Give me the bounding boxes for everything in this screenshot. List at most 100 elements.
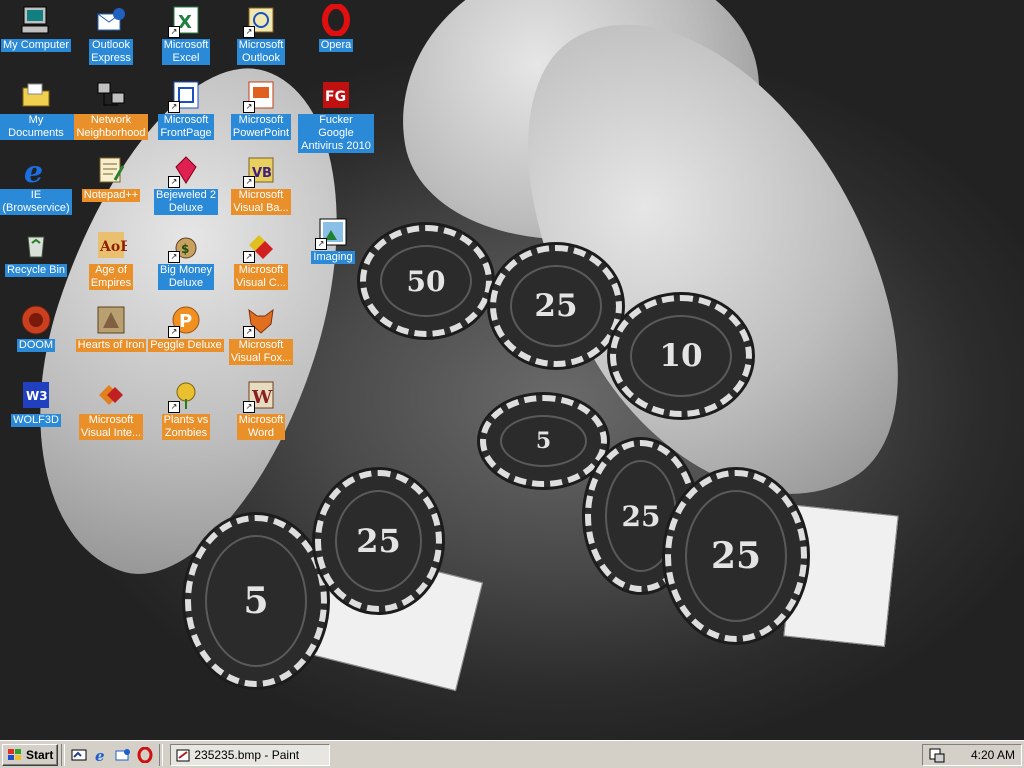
svg-text:FG: FG	[325, 89, 346, 105]
visual-foxpro-icon: ↗	[243, 304, 277, 338]
shortcut-arrow-icon: ↗	[315, 238, 327, 250]
desktop-icon-label: Opera	[318, 39, 354, 52]
desktop-icon-visual-basic[interactable]: VB ↗ Microsoft Visual Ba...	[223, 154, 299, 215]
desktop-icon-recycle-bin[interactable]: Recycle Bin	[0, 229, 74, 277]
wallpaper-poker-chip: 50	[360, 225, 492, 337]
svg-text:P: P	[179, 311, 192, 332]
opera-icon[interactable]	[134, 744, 156, 766]
opera-icon	[320, 4, 352, 36]
outlook-express-icon[interactable]	[112, 744, 134, 766]
desktop-icon-my-documents[interactable]: My Documents	[0, 79, 74, 140]
desktop-icon-pvz[interactable]: ↗ Plants vs Zombies	[148, 379, 224, 440]
frontpage-icon: ↗	[168, 79, 202, 113]
wallpaper-poker-chip: 25	[490, 245, 622, 367]
peggle-icon: P ↗	[168, 304, 202, 338]
desktop-icon-label: Plants vs Zombies	[161, 414, 211, 440]
desktop-icon-my-computer[interactable]: My Computer	[0, 4, 74, 52]
desktop-icon-label: Imaging	[311, 251, 355, 264]
system-tray: 4:20 AM	[922, 743, 1022, 766]
desktop-icon-outlook-express[interactable]: Outlook Express	[73, 4, 149, 65]
desktop-icon-label: My Documents	[0, 114, 74, 140]
desktop-icon-label: My Computer	[0, 39, 72, 52]
desktop-icon-label: Microsoft Visual Fox...	[228, 339, 294, 365]
shortcut-arrow-icon: ↗	[168, 176, 180, 188]
desktop-icon-opera[interactable]: Opera	[298, 4, 374, 52]
desktop-icon-label: Big Money Deluxe	[158, 264, 214, 290]
desktop-icon-label: Outlook Express	[89, 39, 133, 65]
desktop-icon-label: WOLF3D	[11, 414, 61, 427]
shortcut-arrow-icon: ↗	[168, 326, 180, 338]
svg-text:$: $	[181, 242, 189, 256]
bejeweled-icon: ↗	[168, 154, 202, 188]
outlook-express-icon	[95, 4, 127, 36]
desktop-icon-label: Microsoft Visual Ba...	[231, 189, 291, 215]
desktop-icon-powerpoint[interactable]: ↗ Microsoft PowerPoint	[223, 79, 299, 140]
internet-explorer-icon[interactable]: e	[90, 744, 112, 766]
shortcut-arrow-icon: ↗	[168, 26, 180, 38]
desktop-icon-frontpage[interactable]: ↗ Microsoft FrontPage	[148, 79, 224, 140]
internet-explorer-icon: e	[20, 154, 52, 186]
desktop-icon-age-of-empires[interactable]: AoE Age of Empires	[73, 229, 149, 290]
desktop-icon-label: Fucker Google Antivirus 2010	[298, 114, 374, 153]
powerpoint-icon: ↗	[243, 79, 277, 113]
windows-logo-icon	[8, 748, 21, 760]
start-button[interactable]: Start	[2, 743, 59, 766]
shortcut-arrow-icon: ↗	[243, 101, 255, 113]
desktop-icon-word[interactable]: W ↗ Microsoft Word	[223, 379, 299, 440]
svg-text:W3: W3	[26, 389, 48, 403]
tray-scheduler-icon[interactable]	[929, 747, 945, 763]
wallpaper-poker-chip: 25	[315, 470, 442, 612]
desktop-icon-outlook[interactable]: ↗ Microsoft Outlook	[223, 4, 299, 65]
desktop-icon-visual-c[interactable]: ↗ Microsoft Visual C...	[223, 229, 299, 290]
svg-text:AoE: AoE	[99, 239, 127, 255]
paint-icon	[176, 749, 190, 761]
start-label: Start	[26, 747, 54, 762]
desktop-icon-imaging[interactable]: ↗ Imaging	[295, 216, 371, 264]
desktop-icon-wolf3d[interactable]: W3 WOLF3D	[0, 379, 74, 427]
plants-vs-zombies-icon: ↗	[168, 379, 202, 413]
desktop-icon-fucker-google[interactable]: FG Fucker Google Antivirus 2010	[298, 79, 374, 153]
desktop-icon-label: Microsoft Outlook	[236, 39, 286, 65]
desktop-icon-bejeweled[interactable]: ↗ Bejeweled 2 Deluxe	[148, 154, 224, 215]
svg-text:e: e	[95, 747, 105, 763]
excel-icon: X ↗	[168, 4, 202, 38]
age-of-empires-icon: AoE	[95, 229, 127, 261]
taskbar-separator	[61, 743, 66, 766]
desktop-icon-hearts-of-iron[interactable]: Hearts of Iron	[73, 304, 149, 352]
money-bag-icon: $ ↗	[168, 229, 202, 263]
desktop-icon-peggle[interactable]: P ↗ Peggle Deluxe	[148, 304, 224, 352]
desktop-icon-label: Age of Empires	[88, 264, 134, 290]
desktop-icon-label: Peggle Deluxe	[148, 339, 224, 352]
shortcut-arrow-icon: ↗	[168, 401, 180, 413]
desktop-icon-doom[interactable]: DOOM	[0, 304, 74, 352]
antivirus-icon: FG	[320, 79, 352, 111]
desktop-icon-excel[interactable]: X ↗ Microsoft Excel	[148, 4, 224, 65]
desktop-icon-visual-foxpro[interactable]: ↗ Microsoft Visual Fox...	[223, 304, 299, 365]
svg-text:e: e	[24, 155, 43, 186]
imaging-icon: ↗	[315, 216, 349, 250]
desktop-icon-ie[interactable]: e IE (Browservice)	[0, 154, 74, 215]
taskbar-button-paint[interactable]: 235235.bmp - Paint	[170, 743, 331, 766]
svg-text:X: X	[178, 12, 192, 33]
desktop-icon-big-money[interactable]: $ ↗ Big Money Deluxe	[148, 229, 224, 290]
show-desktop-icon[interactable]	[68, 744, 90, 766]
desktop[interactable]: 50 25 10 5 25 5 25 25 My Computer My Documents e I…	[0, 0, 1024, 740]
visual-c-icon: ↗	[243, 229, 277, 263]
visual-basic-icon: VB ↗	[243, 154, 277, 188]
desktop-icon-label: Microsoft Word	[236, 414, 286, 440]
computer-icon	[20, 4, 52, 36]
desktop-icon-label: DOOM	[16, 339, 56, 352]
clock[interactable]: 4:20 AM	[971, 748, 1015, 762]
desktop-icon-label: Microsoft Visual Inte...	[78, 414, 144, 440]
shortcut-arrow-icon: ↗	[243, 251, 255, 263]
desktop-icon-label: Bejeweled 2 Deluxe	[154, 189, 218, 215]
desktop-icon-ms-visual-interdev[interactable]: Microsoft Visual Inte...	[73, 379, 149, 440]
folder-icon	[20, 79, 52, 111]
desktop-icon-label: Microsoft Excel	[161, 39, 211, 65]
desktop-icon-label: Microsoft PowerPoint	[230, 114, 292, 140]
desktop-icon-notepadpp[interactable]: Notepad++	[73, 154, 149, 202]
wallpaper-poker-chip: 5	[185, 515, 327, 687]
desktop-icon-network-neighborhood[interactable]: Network Neighborhood	[73, 79, 149, 140]
shortcut-arrow-icon: ↗	[168, 101, 180, 113]
wallpaper-poker-chip: 10	[610, 295, 752, 417]
